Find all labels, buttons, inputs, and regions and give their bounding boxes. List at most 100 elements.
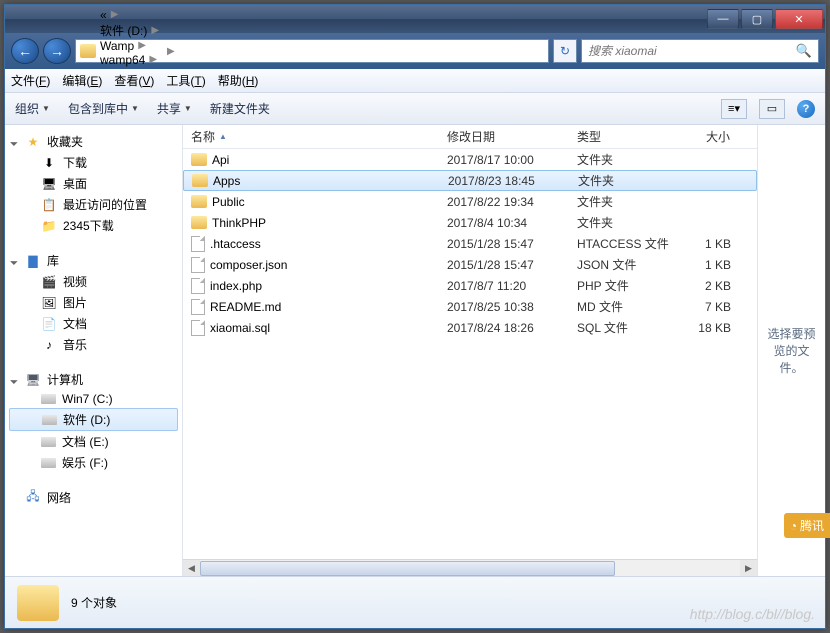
folder-icon — [191, 153, 207, 166]
file-icon — [191, 278, 205, 294]
sidebar-libraries[interactable]: ▇库 — [5, 250, 182, 271]
folder-icon — [191, 195, 207, 208]
item-icon: 🎬 — [41, 274, 57, 290]
file-row[interactable]: xiaomai.sql2017/8/24 18:26SQL 文件18 KB — [183, 317, 757, 338]
menu-item[interactable]: 工具(T) — [166, 72, 205, 89]
horizontal-scrollbar[interactable]: ◀ ▶ — [183, 559, 757, 576]
file-row[interactable]: Apps2017/8/23 18:45文件夹 — [183, 170, 757, 191]
preview-pane: 选择要预览的文件。 — [757, 125, 825, 576]
address-bar[interactable]: «▶软件 (D:)▶Wamp▶wamp64▶www▶xiaomai▶ ▶ — [75, 39, 549, 63]
chevron-icon[interactable]: ▶ — [107, 9, 123, 20]
sidebar-item[interactable]: ♪音乐 — [5, 334, 182, 355]
sidebar-computer[interactable]: 🖥计算机 — [5, 369, 182, 390]
breadcrumb-segment[interactable]: 软件 (D:)▶ — [100, 22, 163, 39]
folder-icon — [17, 585, 59, 621]
view-options-button[interactable]: ≡ ▾ — [721, 99, 747, 119]
sidebar-item[interactable]: 📄文档 — [5, 313, 182, 334]
folder-icon — [192, 174, 208, 187]
nav-bar: ← → «▶软件 (D:)▶Wamp▶wamp64▶www▶xiaomai▶ ▶… — [5, 33, 825, 69]
sidebar-item[interactable]: 文档 (E:) — [5, 431, 182, 452]
file-row[interactable]: composer.json2015/1/28 15:47JSON 文件1 KB — [183, 254, 757, 275]
file-row[interactable]: index.php2017/8/7 11:20PHP 文件2 KB — [183, 275, 757, 296]
file-row[interactable]: .htaccess2015/1/28 15:47HTACCESS 文件1 KB — [183, 233, 757, 254]
chevron-icon[interactable]: ▶ — [134, 40, 150, 51]
sidebar-item[interactable]: Win7 (C:) — [5, 390, 182, 408]
file-row[interactable]: README.md2017/8/25 10:38MD 文件7 KB — [183, 296, 757, 317]
forward-button[interactable]: → — [43, 38, 71, 64]
column-date[interactable]: 修改日期 — [439, 125, 569, 148]
sidebar-item[interactable]: 🎬视频 — [5, 271, 182, 292]
include-library-button[interactable]: 包含到库中▼ — [68, 100, 139, 117]
sidebar-favorites[interactable]: ★收藏夹 — [5, 131, 182, 152]
share-button[interactable]: 共享▼ — [157, 100, 192, 117]
sidebar-item[interactable]: 📋最近访问的位置 — [5, 194, 182, 215]
watermark-text: http://blog.c/bl//blog. — [690, 606, 815, 622]
search-input[interactable] — [588, 44, 796, 58]
scroll-left-arrow[interactable]: ◀ — [183, 560, 200, 576]
preview-pane-button[interactable]: ▭ — [759, 99, 785, 119]
column-type[interactable]: 类型 — [569, 125, 681, 148]
chevron-icon[interactable]: ▶ — [163, 46, 179, 57]
item-icon: 📋 — [41, 197, 57, 213]
close-button[interactable]: ✕ — [775, 9, 823, 29]
item-icon: 📄 — [41, 316, 57, 332]
sidebar-item[interactable]: 娱乐 (F:) — [5, 452, 182, 473]
column-headers: 名称▲ 修改日期 类型 大小 — [183, 125, 757, 149]
tencent-side-tab[interactable]: ◔ 腾讯 — [784, 513, 830, 538]
new-folder-button[interactable]: 新建文件夹 — [210, 100, 270, 117]
drive-icon — [41, 458, 56, 468]
toolbar: 组织▼ 包含到库中▼ 共享▼ 新建文件夹 ≡ ▾ ▭ ? — [5, 93, 825, 125]
breadcrumb-segment[interactable]: «▶ — [100, 8, 163, 22]
folder-icon — [80, 44, 96, 58]
item-icon: 🖼 — [41, 295, 57, 311]
chevron-icon[interactable]: ▶ — [147, 25, 163, 36]
menu-item[interactable]: 编辑(E) — [62, 72, 102, 89]
library-icon: ▇ — [25, 253, 41, 269]
sidebar-item[interactable]: 📁2345下载 — [5, 215, 182, 236]
minimize-button[interactable]: — — [707, 9, 739, 29]
item-icon: ⬇ — [41, 155, 57, 171]
scroll-thumb[interactable] — [200, 561, 615, 576]
item-icon: ♪ — [41, 337, 57, 353]
help-icon[interactable]: ? — [797, 100, 815, 118]
file-icon — [191, 320, 205, 336]
file-row[interactable]: Public2017/8/22 19:34文件夹 — [183, 191, 757, 212]
back-button[interactable]: ← — [11, 38, 39, 64]
maximize-button[interactable]: ▢ — [741, 9, 773, 29]
search-box[interactable]: 🔍 — [581, 39, 819, 63]
file-icon — [191, 257, 205, 273]
column-size[interactable]: 大小 — [681, 125, 739, 148]
column-name[interactable]: 名称▲ — [183, 125, 439, 148]
drive-icon — [42, 415, 57, 425]
item-icon: 🖥 — [41, 176, 57, 192]
sidebar-network[interactable]: 🖧网络 — [5, 487, 182, 508]
drive-icon — [41, 394, 56, 404]
scroll-right-arrow[interactable]: ▶ — [740, 560, 757, 576]
sidebar-item[interactable]: 🖼图片 — [5, 292, 182, 313]
organize-button[interactable]: 组织▼ — [15, 100, 50, 117]
breadcrumb-segment[interactable]: Wamp▶ — [100, 39, 163, 53]
menubar: 文件(F) 编辑(E) 查看(V) 工具(T) 帮助(H) — [5, 69, 825, 93]
search-icon[interactable]: 🔍 — [796, 43, 812, 59]
menu-item[interactable]: 文件(F) — [11, 72, 50, 89]
star-icon: ★ — [25, 134, 41, 150]
chevron-icon[interactable]: ▶ — [145, 54, 161, 65]
file-list: 名称▲ 修改日期 类型 大小 Api2017/8/17 10:00文件夹Apps… — [183, 125, 757, 576]
item-icon: 📁 — [41, 218, 57, 234]
breadcrumb-segment[interactable]: wamp64▶ — [100, 53, 163, 67]
folder-icon — [191, 216, 207, 229]
status-bar: 9 个对象 http://blog.c/bl//blog. — [5, 576, 825, 628]
computer-icon: 🖥 — [25, 372, 41, 388]
file-row[interactable]: Api2017/8/17 10:00文件夹 — [183, 149, 757, 170]
menu-item[interactable]: 查看(V) — [114, 72, 154, 89]
menu-item[interactable]: 帮助(H) — [218, 72, 259, 89]
drive-icon — [41, 437, 56, 447]
file-row[interactable]: ThinkPHP2017/8/4 10:34文件夹 — [183, 212, 757, 233]
sidebar-item[interactable]: 软件 (D:) — [9, 408, 178, 431]
sidebar-item[interactable]: ⬇下载 — [5, 152, 182, 173]
explorer-window: — ▢ ✕ ← → «▶软件 (D:)▶Wamp▶wamp64▶www▶xiao… — [4, 4, 826, 629]
file-icon — [191, 299, 205, 315]
sidebar-navigation: ★收藏夹 ⬇下载🖥桌面📋最近访问的位置📁2345下载 ▇库 🎬视频🖼图片📄文档♪… — [5, 125, 183, 576]
sidebar-item[interactable]: 🖥桌面 — [5, 173, 182, 194]
refresh-button[interactable]: ↻ — [553, 39, 577, 63]
